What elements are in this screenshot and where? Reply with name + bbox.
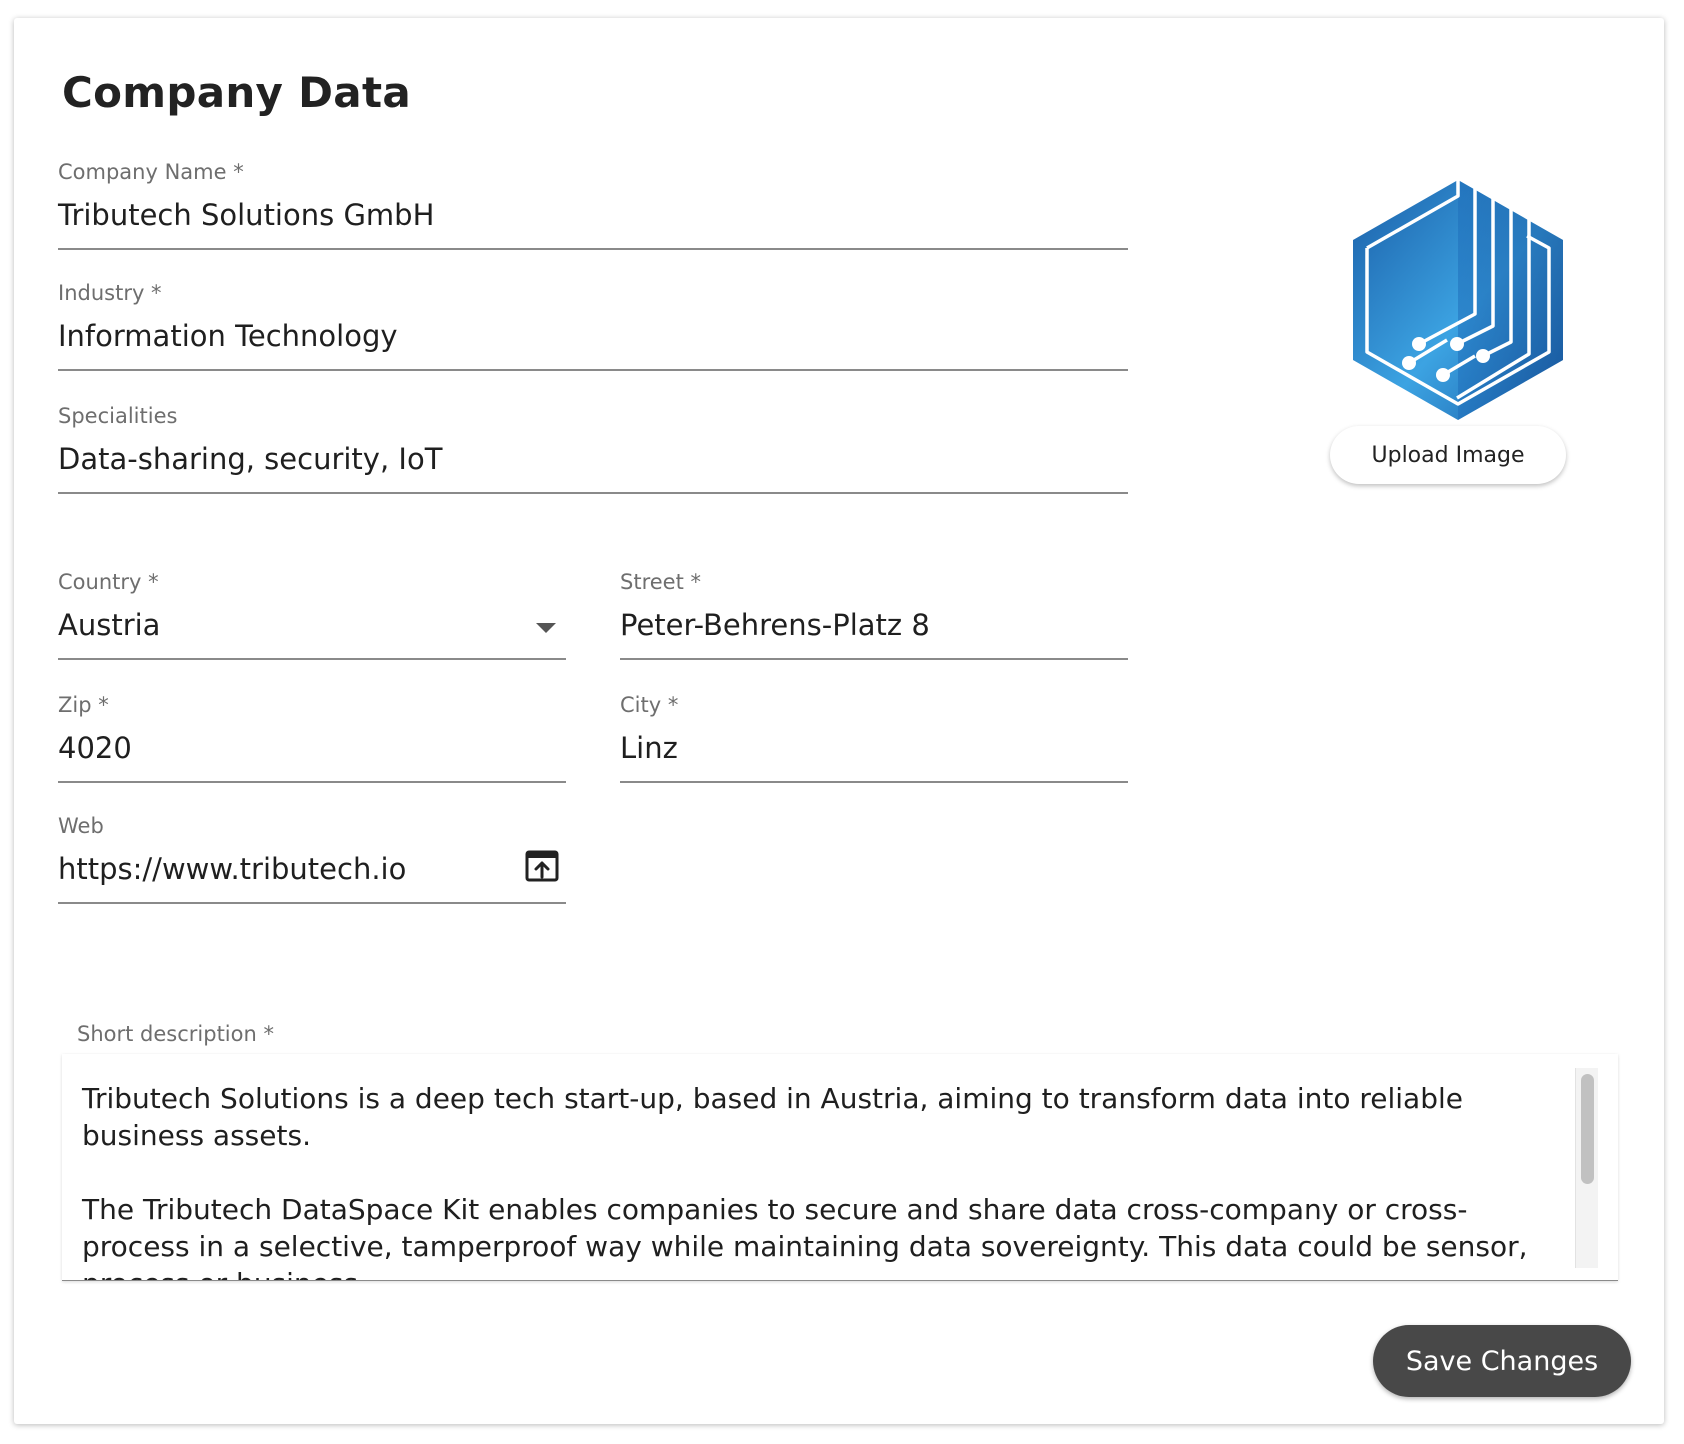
city-field[interactable]: City * Linz: [620, 693, 1128, 785]
company-logo-icon: [1353, 176, 1563, 420]
web-field[interactable]: Web https://www.tributech.io: [58, 814, 566, 906]
upload-image-button[interactable]: Upload Image: [1330, 426, 1566, 484]
street-input[interactable]: Peter-Behrens-Platz 8: [620, 608, 930, 642]
street-field[interactable]: Street * Peter-Behrens-Platz 8: [620, 570, 1128, 662]
zip-input[interactable]: 4020: [58, 731, 132, 765]
street-label: Street *: [620, 570, 701, 594]
industry-underline: [58, 369, 1128, 371]
country-underline: [58, 658, 566, 660]
city-underline: [620, 781, 1128, 783]
zip-field[interactable]: Zip * 4020: [58, 693, 566, 785]
industry-input[interactable]: Information Technology: [58, 319, 398, 353]
specialities-underline: [58, 492, 1128, 494]
short-description-text: Tributech Solutions is a deep tech start…: [82, 1080, 1560, 1280]
description-scrollbar-thumb[interactable]: [1581, 1074, 1594, 1184]
open-in-new-icon[interactable]: [524, 848, 560, 884]
country-label: Country *: [58, 570, 159, 594]
company-name-label: Company Name *: [58, 160, 244, 184]
description-paragraph: The Tributech DataSpace Kit enables comp…: [82, 1193, 1528, 1280]
company-name-underline: [58, 248, 1128, 250]
save-changes-button[interactable]: Save Changes: [1373, 1325, 1631, 1397]
specialities-input[interactable]: Data-sharing, security, IoT: [58, 442, 442, 476]
specialities-label: Specialities: [58, 404, 178, 428]
web-underline: [58, 902, 566, 904]
street-underline: [620, 658, 1128, 660]
page-title: Company Data: [62, 68, 411, 117]
company-name-input[interactable]: Tributech Solutions GmbH: [58, 198, 434, 232]
zip-label: Zip *: [58, 693, 109, 717]
short-description-label: Short description *: [77, 1022, 274, 1046]
zip-underline: [58, 781, 566, 783]
industry-label: Industry *: [58, 281, 162, 305]
web-input[interactable]: https://www.tributech.io: [58, 852, 406, 886]
city-input[interactable]: Linz: [620, 731, 678, 765]
industry-field[interactable]: Industry * Information Technology: [58, 281, 1128, 373]
company-name-field[interactable]: Company Name * Tributech Solutions GmbH: [58, 160, 1128, 252]
description-paragraph: Tributech Solutions is a deep tech start…: [82, 1082, 1463, 1152]
country-value[interactable]: Austria: [58, 608, 160, 642]
city-label: City *: [620, 693, 679, 717]
chevron-down-icon[interactable]: [536, 623, 556, 633]
specialities-field[interactable]: Specialities Data-sharing, security, IoT: [58, 404, 1128, 496]
country-select[interactable]: Country * Austria: [58, 570, 566, 662]
company-data-card: Company Data Company Name * Tributech So…: [14, 18, 1664, 1424]
web-label: Web: [58, 814, 104, 838]
description-scrollbar[interactable]: [1575, 1068, 1598, 1268]
short-description-textarea[interactable]: Tributech Solutions is a deep tech start…: [62, 1054, 1618, 1281]
